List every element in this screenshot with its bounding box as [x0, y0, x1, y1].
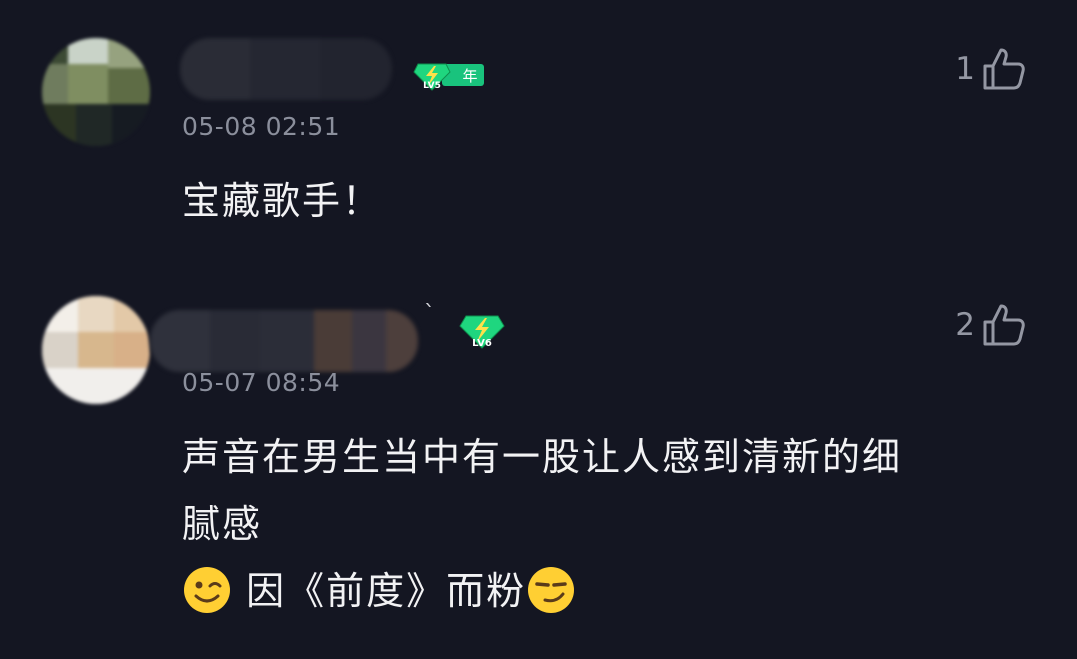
username[interactable] [150, 310, 418, 372]
smirk-emoji-icon [528, 566, 575, 613]
like-count: 2 [955, 307, 975, 343]
thumbs-up-icon [983, 304, 1025, 346]
comment-item: ` LV6 05-07 08:54 2 声音在男生当中有一股让人感到清新的细 腻… [0, 0, 1077, 659]
timestamp: 05-07 08:54 [182, 368, 341, 397]
level-label: LV6 [472, 338, 492, 349]
avatar[interactable] [42, 296, 150, 404]
like-button[interactable]: 2 [955, 302, 1027, 348]
comment-text-line: 腻感 [182, 502, 263, 546]
comment-text-line: 因《前度》而粉 [182, 558, 1042, 625]
comment-text-segment: 因《前度》而粉 [232, 569, 527, 613]
username-trailing-mark: ` [424, 302, 435, 327]
wink-emoji-icon [184, 566, 230, 613]
comment-text-line: 声音在男生当中有一股让人感到清新的细 [182, 435, 903, 479]
comment-text: 声音在男生当中有一股让人感到清新的细 腻感 因《前度》而粉 [182, 424, 1042, 625]
level-badge: LV6 [459, 315, 505, 349]
